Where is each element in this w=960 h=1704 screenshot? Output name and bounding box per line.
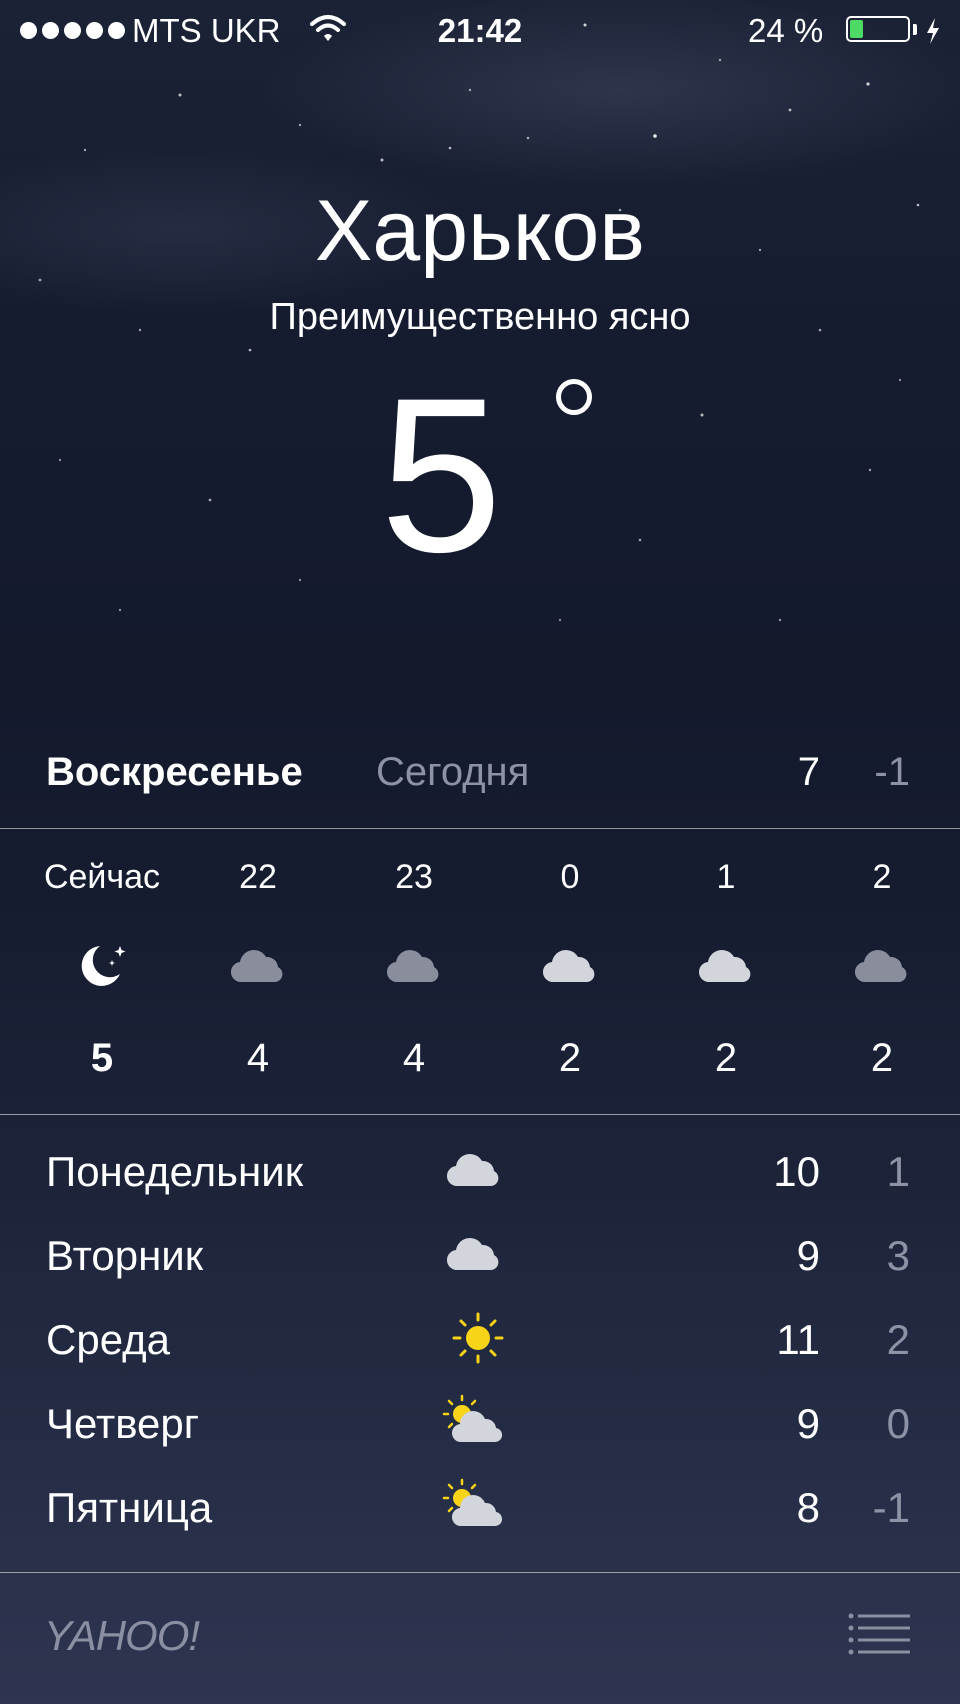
day-row: Пятница 8 -1 [0,1478,960,1568]
battery-level-fill [850,20,863,38]
hour-temp: 4 [402,1036,426,1080]
battery-percentage: 24 % [748,12,824,49]
day-name: Четверг [46,1400,200,1447]
current-temperature: 5 [380,365,592,585]
day-name: Вторник [46,1232,204,1279]
today-high-temp: 7 [797,750,820,794]
day-high-temp: 9 [796,1232,820,1279]
divider [0,1114,960,1115]
day-high-temp: 8 [796,1484,820,1531]
yahoo-logo[interactable]: YAHOO! [44,1612,200,1660]
list-icon[interactable] [848,1612,912,1656]
day-low-temp: 0 [886,1400,910,1447]
partly-sunny-icon [442,1478,503,1527]
cloud-icon [542,949,595,983]
day-low-temp: 3 [886,1232,910,1279]
today-low-temp: -1 [874,750,910,794]
cloud-icon [386,949,439,983]
weather-condition: Преимущественно ясно [269,296,691,338]
day-name: Среда [46,1316,170,1363]
day-high-temp: 10 [773,1148,820,1195]
hour-time: 23 [395,858,433,896]
day-high-temp: 9 [796,1400,820,1447]
hour-item: Сейчас 5 [32,828,172,1108]
hourly-forecast[interactable]: Сейчас 5 22 4 23 4 0 2 1 2 2 2 [0,828,960,1108]
today-label: Сегодня [376,750,530,794]
cloud-icon [854,949,907,983]
cloud-icon [698,949,751,983]
hour-item: 0 2 [500,828,640,1108]
moon-icon [81,946,126,986]
day-low-temp: -1 [872,1484,910,1531]
hour-time: 1 [716,858,736,896]
day-low-temp: 2 [886,1316,910,1363]
hour-temp: 5 [90,1036,114,1080]
hour-temp: 4 [246,1036,270,1080]
hour-time: 2 [872,858,892,896]
day-name: Понедельник [46,1148,304,1195]
hour-item: 1 2 [656,828,796,1108]
cloud-icon [446,1237,499,1271]
battery-icon [846,16,910,42]
city-name: Харьков [315,183,645,279]
battery-tip [913,24,917,35]
hour-time: 22 [239,858,277,896]
partly-sunny-icon [442,1394,503,1443]
day-name: Пятница [46,1484,213,1531]
today-day-name: Воскресенье [46,750,303,794]
temperature-value: 5 [380,352,502,598]
day-low-temp: 1 [886,1148,910,1195]
hour-item: 23 4 [344,828,484,1108]
hour-time: Сейчас [43,858,161,896]
charging-bolt-icon [927,18,939,44]
hour-temp: 2 [558,1036,582,1080]
hour-time: 0 [560,858,580,896]
today-summary-row: Воскресенье Сегодня 7 -1 [0,748,960,804]
cloud-icon [446,1153,499,1187]
hour-temp: 2 [714,1036,738,1080]
cloud-icon [230,949,283,983]
degree-icon [556,379,592,415]
hour-temp: 2 [870,1036,894,1080]
day-high-temp: 11 [776,1316,820,1363]
sun-icon [452,1312,504,1364]
hour-item: 2 2 [812,828,952,1108]
status-bar: MTS UKR 21:42 24 % [0,0,960,64]
hour-item: 22 4 [188,828,328,1108]
divider [0,1572,960,1573]
